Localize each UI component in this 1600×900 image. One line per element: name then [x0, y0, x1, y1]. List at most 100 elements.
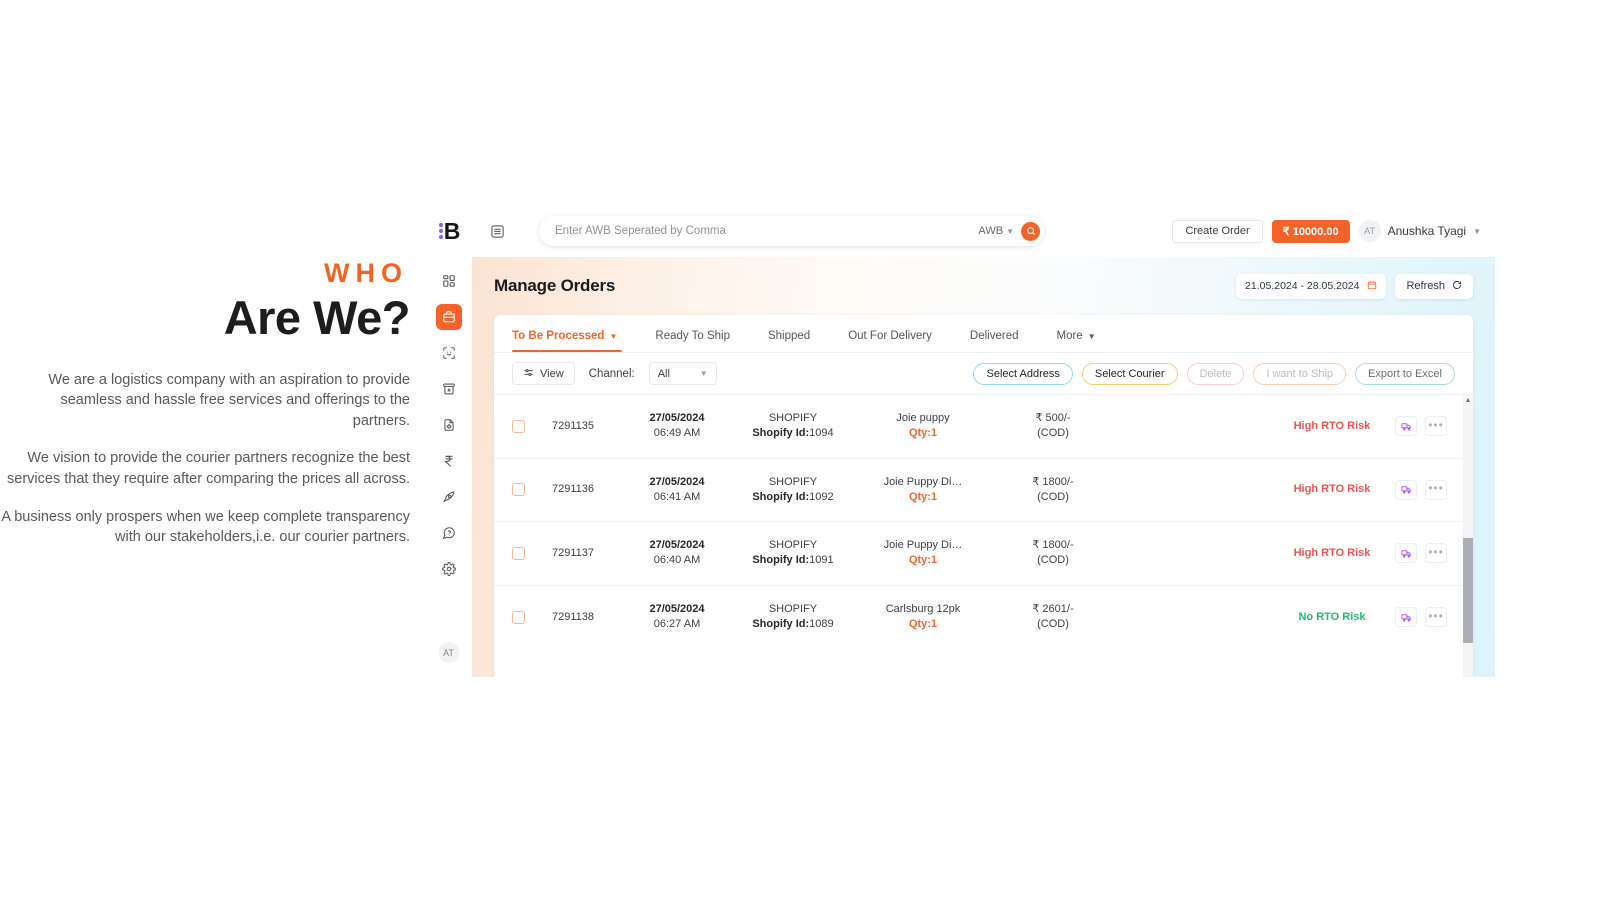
sidebar-item-tools[interactable]	[436, 484, 462, 510]
channel-select[interactable]: All ▼	[648, 362, 717, 385]
sidebar-item-dashboard[interactable]	[436, 268, 462, 294]
search-submit-button[interactable]	[1021, 221, 1040, 241]
orders-table: 7291135 27/05/2024 06:49 AM SHOPIFY Shop…	[494, 395, 1473, 677]
avatar: AT	[1358, 220, 1381, 242]
logo-dots-icon	[438, 223, 443, 239]
cell-date: 27/05/2024 06:40 AM	[621, 538, 733, 568]
cell-channel: SHOPIFY Shopify Id:1091	[733, 538, 853, 568]
sidebar-item-settings[interactable]	[436, 556, 462, 582]
sidebar-item-orders[interactable]	[435, 304, 462, 330]
chevron-down-icon: ▼	[1006, 226, 1014, 236]
order-date: 27/05/2024	[649, 539, 705, 552]
channel-name: SHOPIFY	[768, 412, 818, 425]
channel-value: All	[657, 367, 670, 380]
cell-channel: SHOPIFY Shopify Id:1092	[733, 475, 853, 505]
date-range-label: 21.05.2024 - 28.05.2024	[1245, 280, 1360, 292]
refresh-label: Refresh	[1406, 280, 1445, 292]
calendar-icon	[1367, 280, 1377, 293]
product-qty: Qty:1	[908, 554, 938, 567]
orders-rows: 7291135 27/05/2024 06:49 AM SHOPIFY Shop…	[494, 395, 1473, 649]
date-range-picker[interactable]: 21.05.2024 - 28.05.2024	[1236, 273, 1387, 299]
row-actions: •••	[1393, 479, 1457, 500]
cell-date: 27/05/2024 06:27 AM	[621, 602, 733, 632]
sidebar-avatar[interactable]: AT	[438, 642, 459, 663]
row-actions: •••	[1393, 607, 1457, 628]
view-button[interactable]: View	[512, 362, 575, 385]
tab-label: To Be Processed	[512, 330, 605, 342]
cell-amount: ₹ 1800/- (COD)	[993, 538, 1113, 568]
tab-delivered[interactable]: Delivered	[951, 330, 1038, 352]
payment-mode: (COD)	[1037, 490, 1069, 503]
sidebar-item-documents[interactable]	[436, 412, 462, 438]
cell-amount: ₹ 500/- (COD)	[993, 411, 1113, 441]
sidebar-item-billing[interactable]	[436, 448, 462, 474]
row-more-menu-icon[interactable]: •••	[1425, 416, 1447, 437]
search-input[interactable]	[555, 225, 979, 237]
scrollbar-thumb[interactable]	[1463, 538, 1473, 643]
row-more-menu-icon[interactable]: •••	[1425, 479, 1447, 500]
refresh-icon	[1452, 280, 1462, 293]
hamburger-menu-icon[interactable]	[485, 219, 509, 243]
ship-now-icon[interactable]	[1395, 479, 1417, 500]
order-amount: ₹ 500/-	[1035, 412, 1071, 425]
awb-search-bar[interactable]: AWB ▼	[539, 216, 1044, 246]
app-logo[interactable]: B	[425, 205, 473, 257]
channel-id: 1089	[809, 618, 834, 631]
search-type-dropdown[interactable]: AWB ▼	[978, 225, 1014, 237]
ship-now-icon[interactable]	[1395, 607, 1417, 628]
delete-button[interactable]: Delete	[1186, 362, 1245, 385]
chevron-down-icon: ▼	[699, 369, 708, 378]
product-name: Joie puppy	[896, 412, 950, 425]
product-name: Carlsburg 12pk	[885, 603, 961, 616]
table-row[interactable]: 7291138 27/05/2024 06:27 AM SHOPIFY Shop…	[494, 586, 1463, 650]
order-time: 06:40 AM	[653, 554, 701, 567]
tab-shipped[interactable]: Shipped	[749, 330, 829, 352]
tab-label: Delivered	[969, 330, 1019, 342]
row-actions: •••	[1393, 416, 1457, 437]
scroll-up-icon[interactable]: ▲	[1465, 397, 1472, 404]
row-checkbox[interactable]	[512, 419, 525, 433]
search-type-label: AWB	[978, 225, 1004, 237]
table-row[interactable]: 7291135 27/05/2024 06:49 AM SHOPIFY Shop…	[494, 395, 1463, 459]
tab-out-for-delivery[interactable]: Out For Delivery	[829, 330, 951, 352]
table-row[interactable]: 7291137 27/05/2024 06:40 AM SHOPIFY Shop…	[494, 522, 1463, 586]
cell-order-id: 7291138	[551, 610, 594, 623]
i-want-to-ship-button[interactable]: I want to Ship	[1253, 362, 1347, 385]
tab-ready-to-ship[interactable]: Ready To Ship	[636, 330, 749, 352]
row-more-menu-icon[interactable]: •••	[1425, 607, 1447, 628]
view-label: View	[540, 367, 564, 380]
row-checkbox[interactable]	[512, 546, 525, 560]
user-menu[interactable]: AT Anushka Tyagi ▼	[1358, 220, 1481, 242]
cell-product: Joie Puppy Di… Qty:1	[853, 475, 993, 505]
status-badge: High RTO Risk	[1293, 483, 1371, 496]
channel-label: Channel:	[588, 367, 635, 380]
ship-now-icon[interactable]	[1395, 416, 1417, 437]
chevron-down-icon: ▼	[1087, 331, 1096, 341]
cell-channel: SHOPIFY Shopify Id:1094	[733, 411, 853, 441]
select-address-button[interactable]: Select Address	[973, 362, 1073, 385]
tab-to-be-processed[interactable]: To Be Processed ▼	[512, 330, 636, 352]
tab-label: Out For Delivery	[848, 330, 932, 342]
select-courier-button[interactable]: Select Courier	[1081, 362, 1178, 385]
row-checkbox[interactable]	[512, 610, 525, 624]
export-to-excel-button[interactable]: Export to Excel	[1355, 362, 1455, 385]
top-bar: B AWB ▼	[425, 205, 1495, 257]
wallet-balance-button[interactable]: ₹ 10000.00	[1271, 219, 1350, 243]
sidebar-item-scan[interactable]	[436, 340, 462, 366]
ship-now-icon[interactable]	[1395, 543, 1417, 564]
tab-more[interactable]: More ▼	[1038, 330, 1115, 352]
row-more-menu-icon[interactable]: •••	[1425, 543, 1447, 564]
sidebar-item-help[interactable]	[436, 520, 462, 546]
cell-amount: ₹ 1800/- (COD)	[993, 475, 1113, 505]
page-header-actions: 21.05.2024 - 28.05.2024 Refresh	[1236, 273, 1473, 299]
tab-label: Ready To Ship	[655, 330, 730, 342]
sidebar-item-archive[interactable]	[436, 376, 462, 402]
product-name: Joie Puppy Di…	[883, 475, 963, 488]
create-order-button[interactable]: Create Order	[1172, 219, 1263, 243]
page-title: Manage Orders	[494, 276, 616, 295]
channel-id-label: Shopify Id:	[752, 618, 810, 631]
table-row[interactable]: 7291136 27/05/2024 06:41 AM SHOPIFY Shop…	[494, 459, 1463, 522]
cell-amount: ₹ 2601/- (COD)	[993, 602, 1113, 632]
refresh-button[interactable]: Refresh	[1395, 273, 1473, 299]
row-checkbox[interactable]	[512, 483, 525, 497]
